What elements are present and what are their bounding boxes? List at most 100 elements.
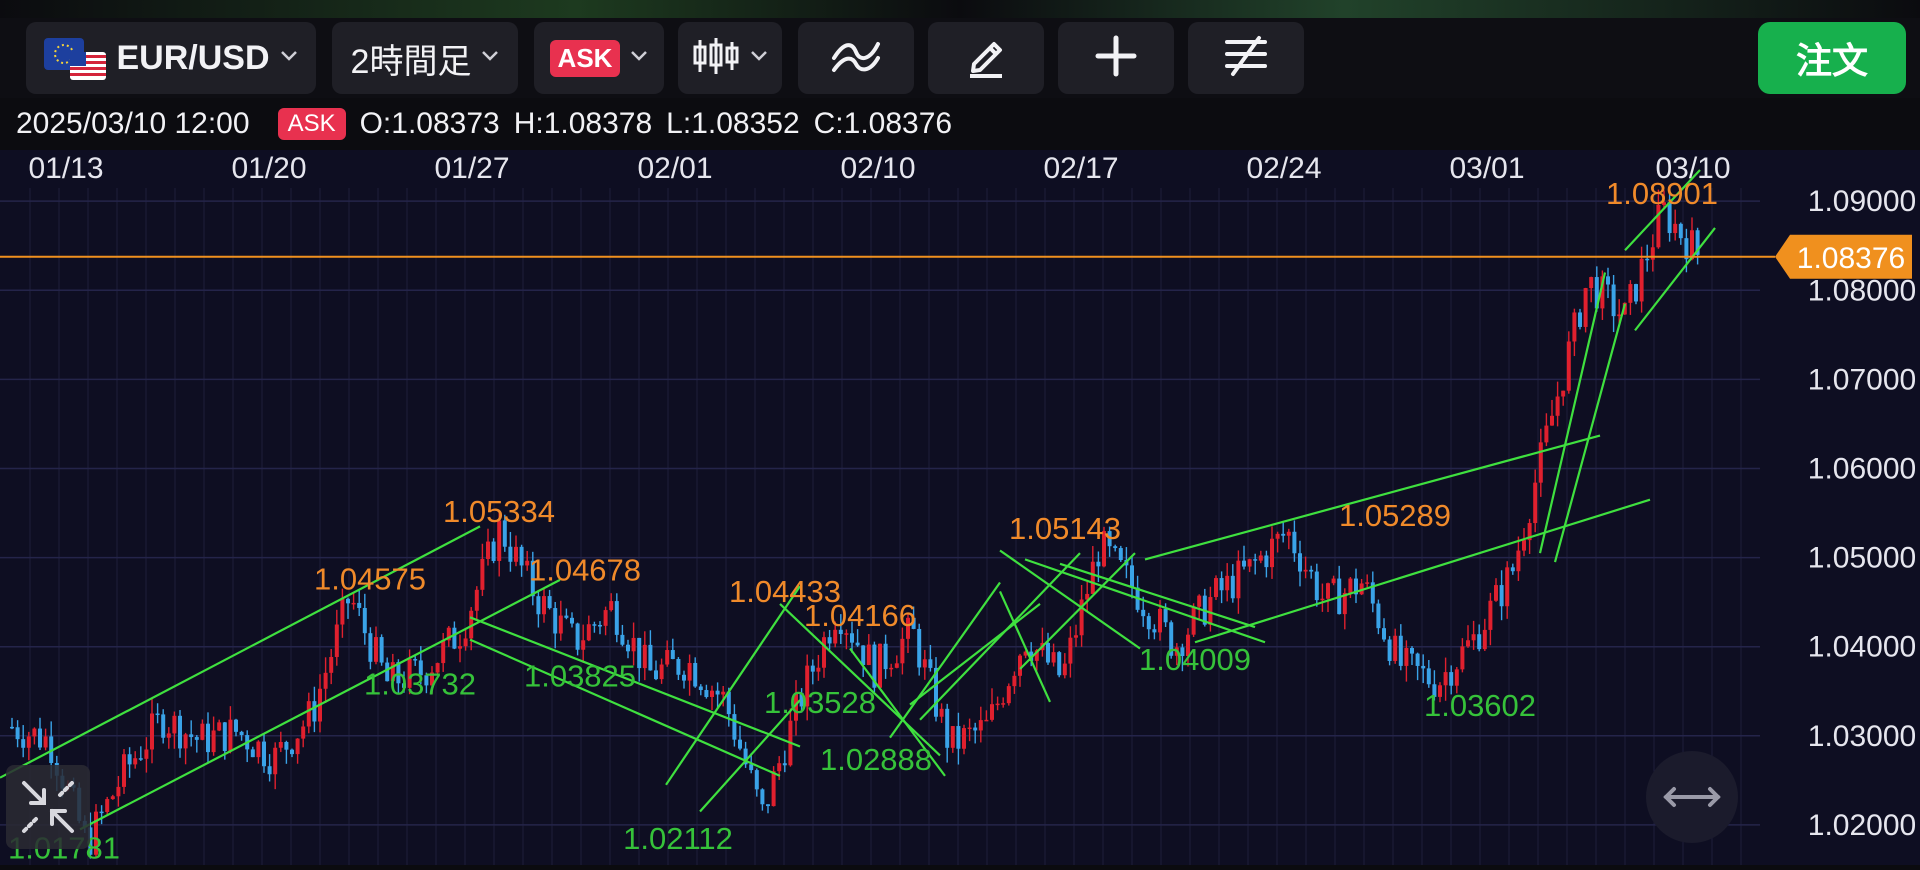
candle-body [1286,531,1291,536]
y-tick-label: 1.05000 [1808,542,1916,575]
candle-body [1118,548,1123,561]
candle-body [306,701,311,727]
candle-body [1460,646,1465,670]
candle-body [990,704,994,720]
chart-canvas[interactable]: 01/13 01/20 01/27 02/01 02/10 02/17 02/24 03/01… [0,150,1920,866]
y-axis-labels: 1.09000 1.08000 1.07000 1.06000 1.05000 1.040… [1808,185,1916,842]
candle-body [329,656,334,673]
candle-body [1628,284,1633,303]
price-annotation-high: 1.04166 [804,598,916,633]
y-tick-label: 1.08000 [1808,274,1916,307]
candle-body [1404,648,1409,666]
current-price-label: 1.08376 [1797,242,1905,275]
candle-body [1012,675,1017,687]
x-tick-label: 02/10 [840,152,915,185]
candle-body [620,634,625,645]
horizontal-scroll-button[interactable] [1646,751,1738,843]
candle-body [127,754,132,765]
candle-body [1163,608,1168,623]
collapse-button-bg[interactable] [6,765,90,849]
candle-body [105,799,110,812]
y-tick-label: 1.04000 [1808,631,1916,664]
candle-body [1096,561,1101,567]
candle-body [631,637,636,652]
candle-body [491,541,496,562]
candle-body [1516,550,1521,572]
datetime-label: 2025/03/10 12:00 [16,107,250,140]
crosshair-button[interactable] [1058,22,1174,94]
candle-body [1449,672,1454,686]
candle-body [878,643,882,688]
candle-body [626,644,630,652]
candle-body [1074,635,1078,638]
candle-body [323,672,328,689]
drawing-tools-icon [1223,34,1269,83]
candle-body [984,719,989,722]
candle-body [256,741,261,758]
candle-body [514,546,518,562]
open-value: O:1.08373 [359,107,500,140]
candle-body [1051,652,1056,663]
candle-body [1253,559,1258,561]
candle-body [1477,634,1482,650]
candle-body [956,726,961,749]
candle-body [710,690,714,697]
price-annotation-high: 1.05143 [1009,511,1121,546]
y-tick-label: 1.09000 [1808,185,1916,218]
price-chart[interactable]: 01/13 01/20 01/27 02/01 02/10 02/17 02/24 03/01… [0,150,1920,866]
candle-body [1208,597,1213,625]
candle-body [1326,583,1330,599]
ask-badge: ASK [277,108,346,140]
candle-body [754,770,759,790]
candle-body [301,726,306,739]
order-button[interactable]: 注文 [1758,22,1906,94]
candle-body [1561,390,1566,397]
candle-body [1314,571,1319,601]
candle-body [1572,312,1577,342]
timeframe-selector[interactable]: 2時間足 [332,22,518,94]
candle-body [850,633,854,643]
candle-body [1303,569,1308,572]
candle-body [133,758,138,765]
candle-body [687,662,692,681]
chart-type-selector[interactable] [678,22,782,94]
candle-body [228,719,233,752]
candle-body [480,558,485,590]
candle-body [715,690,720,695]
candle-body [1382,628,1386,640]
candle-body [172,715,177,734]
candle-body [1264,555,1269,568]
symbol-selector[interactable]: EUR/USD [26,22,316,94]
candle-body [1499,585,1504,607]
price-annotation-high: 1.04575 [314,561,426,596]
candle-body [508,546,513,562]
candle-body [1270,538,1274,568]
candle-body [1387,639,1392,661]
candle-body [575,623,580,650]
indicator-button[interactable] [798,22,914,94]
candle-body [1639,258,1644,302]
candle-body [1522,540,1526,551]
candle-body [973,727,978,731]
draw-pen-button[interactable] [928,22,1044,94]
candle-body [1673,223,1678,234]
candle-body [1544,425,1549,443]
candle-body [278,741,283,748]
candle-body [374,637,378,662]
candle-body [1258,555,1263,561]
candle-body [1426,668,1431,685]
candle-body [1331,578,1336,584]
candle-body [1471,634,1476,641]
candle-body [1589,277,1594,289]
price-side-selector[interactable]: ASK [534,22,664,94]
candle-body [721,691,726,695]
price-annotation-low: 1.04009 [1139,642,1251,677]
drawing-tools-button[interactable] [1188,22,1304,94]
collapse-chart-button[interactable] [6,765,90,849]
candle-body [486,541,490,559]
candle-body [1454,669,1459,686]
candle-body [665,650,670,665]
candle-body [917,628,922,668]
high-value: H:1.08378 [513,107,653,140]
candle-body [682,674,686,681]
